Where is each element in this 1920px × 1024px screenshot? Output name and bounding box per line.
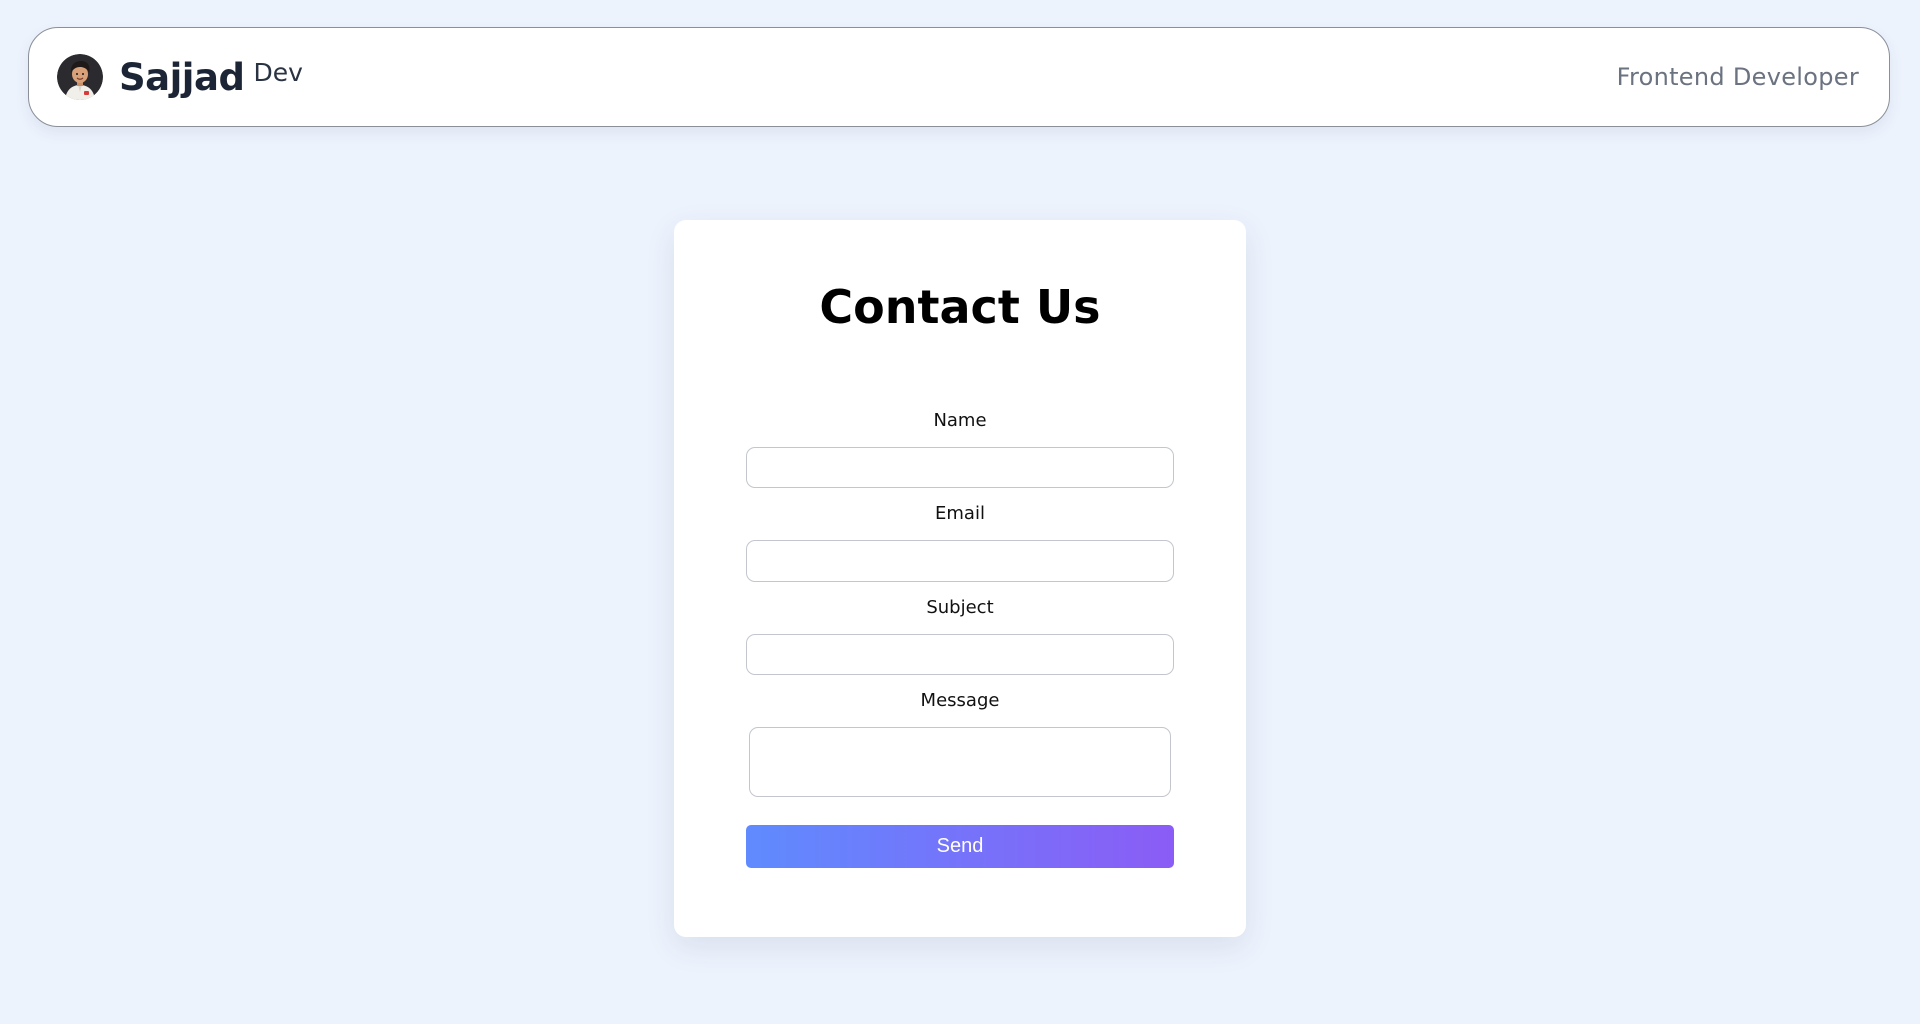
brand-suffix: Dev [253, 57, 303, 87]
brand-name: Sajjad [119, 55, 245, 99]
subject-field[interactable] [746, 634, 1174, 675]
brand[interactable]: Sajjad Dev [57, 54, 303, 100]
send-button[interactable]: Send [746, 825, 1174, 868]
contact-title: Contact Us [819, 280, 1101, 334]
message-field[interactable] [749, 727, 1171, 797]
email-label: Email [935, 503, 985, 524]
role-title: Frontend Developer [1616, 63, 1859, 91]
email-field[interactable] [746, 540, 1174, 582]
developer-avatar-icon [57, 54, 103, 100]
subject-label: Subject [926, 597, 994, 618]
page: Sajjad Dev Frontend Developer Contact Us… [0, 0, 1920, 1024]
name-field[interactable] [746, 447, 1174, 488]
message-label: Message [920, 690, 1000, 711]
site-header: Sajjad Dev Frontend Developer [28, 27, 1890, 127]
name-label: Name [933, 410, 987, 431]
